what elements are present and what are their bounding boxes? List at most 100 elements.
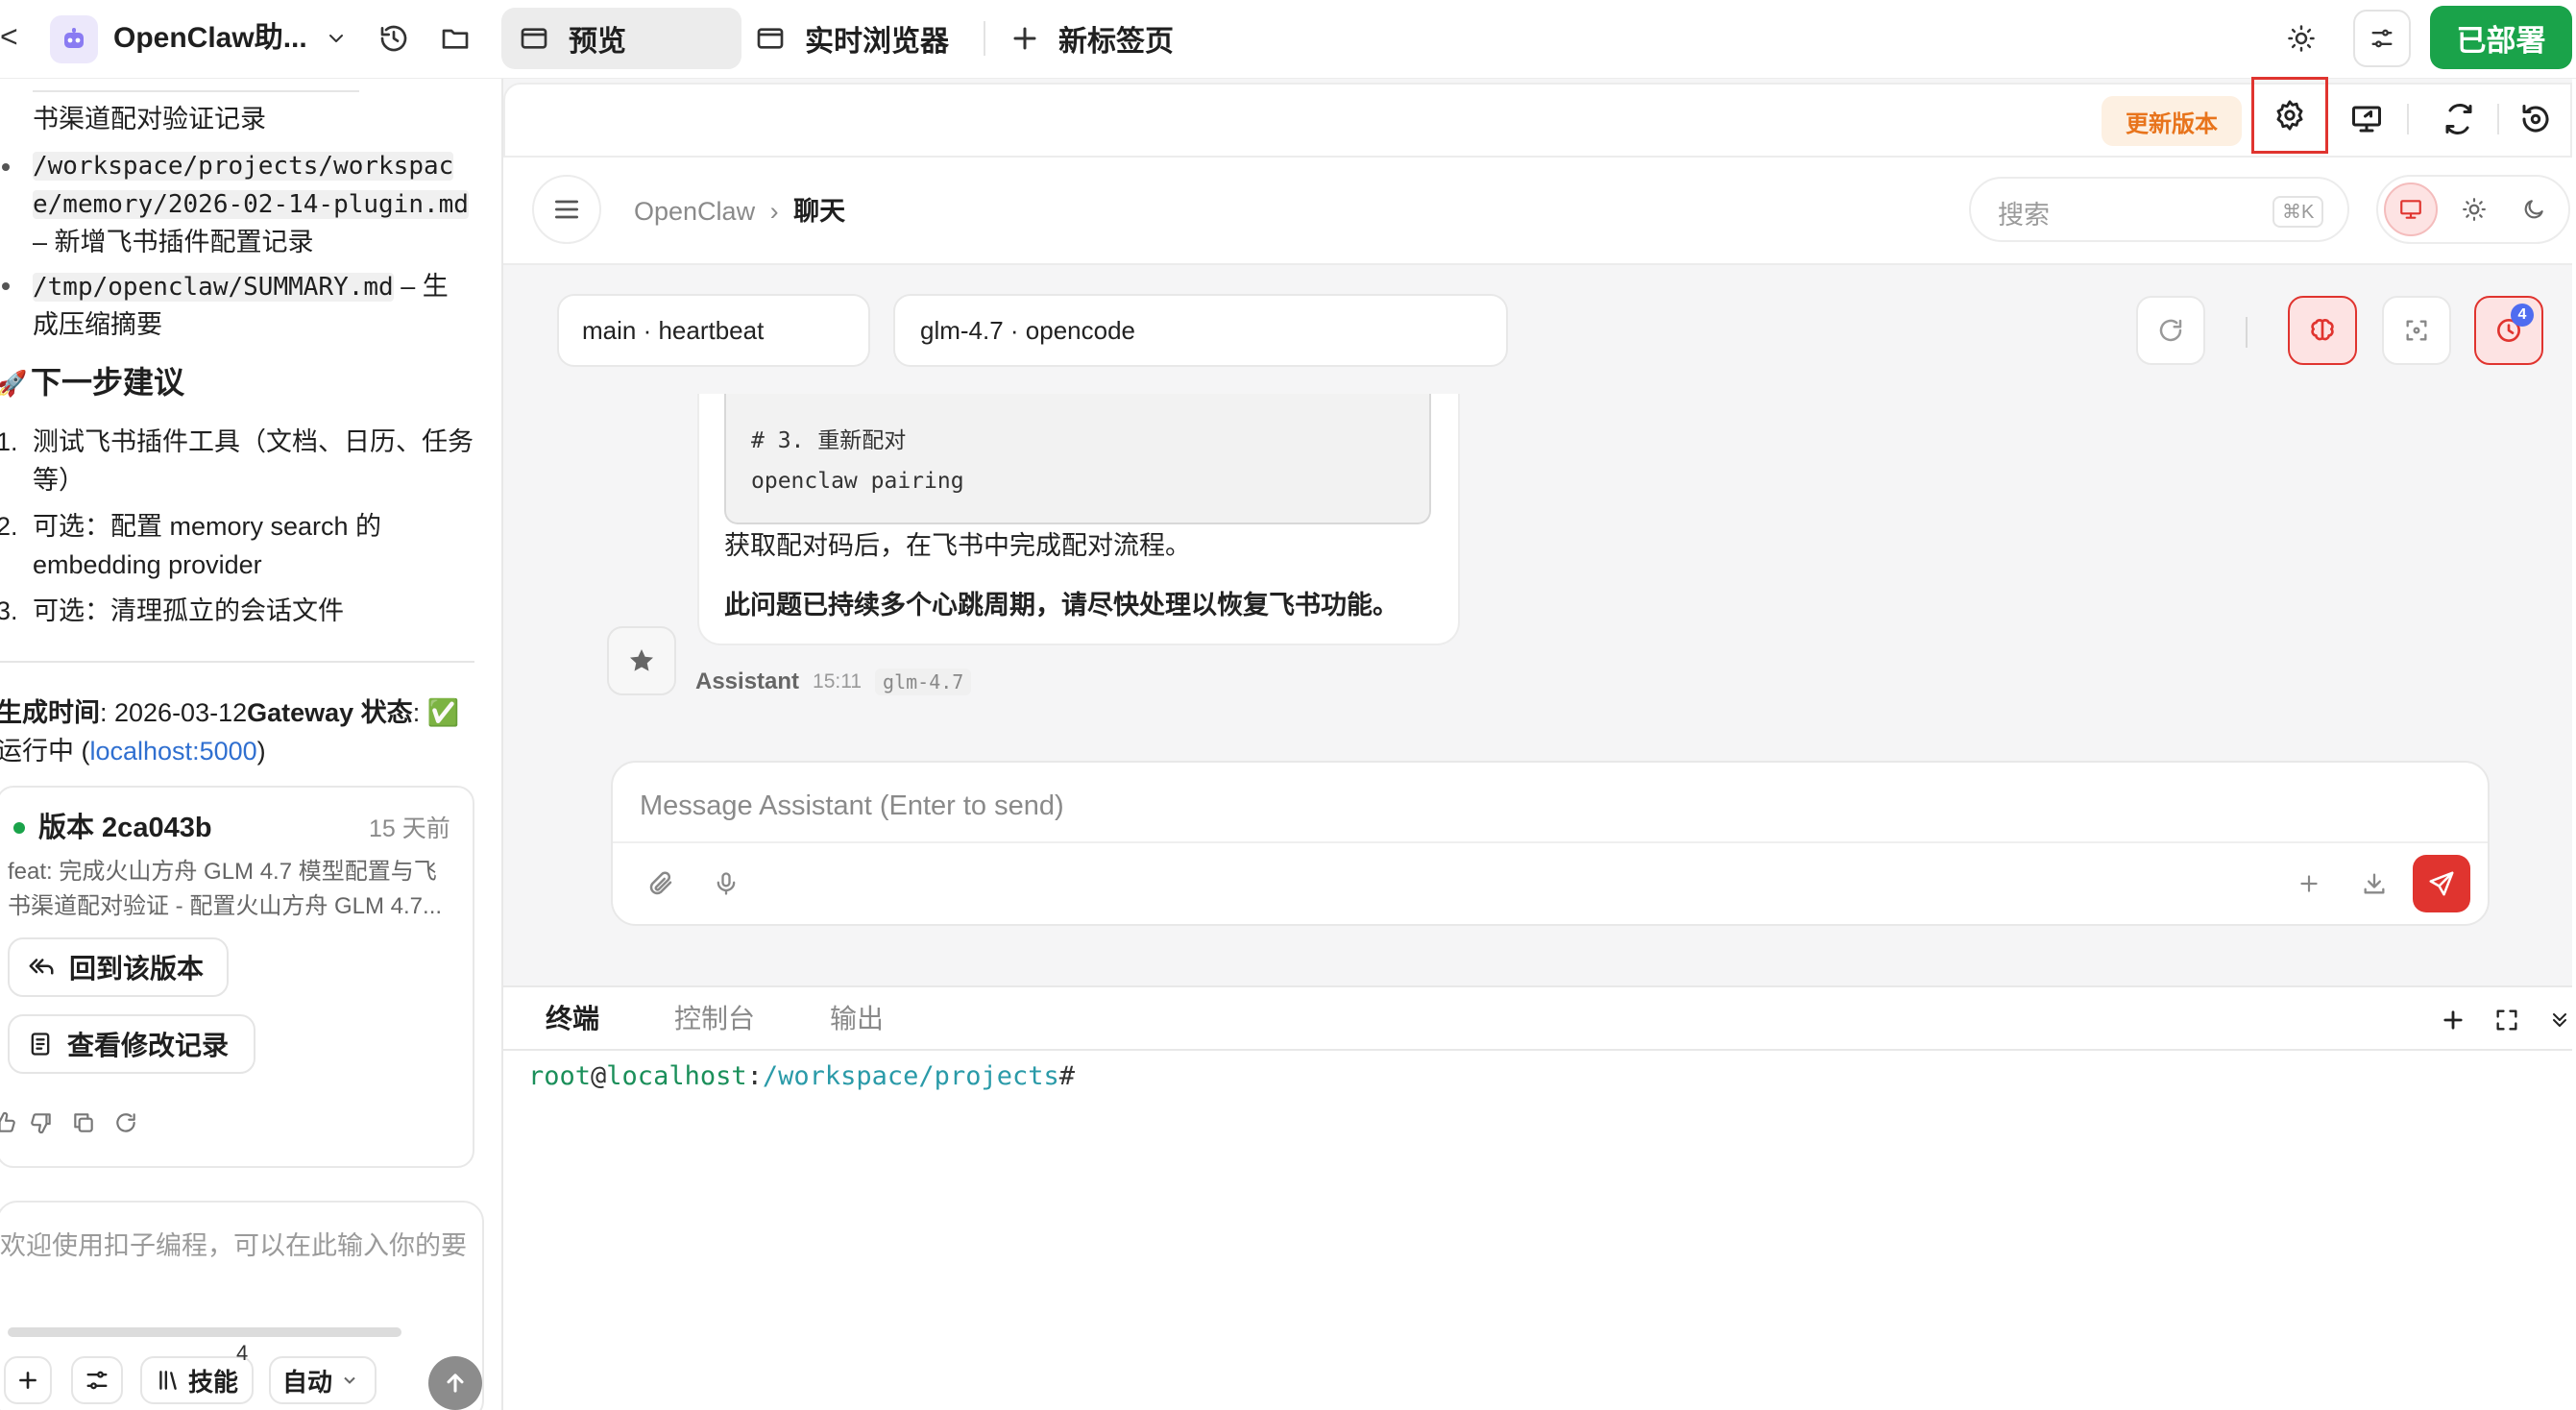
breadcrumb-root[interactable]: OpenClaw — [634, 197, 755, 226]
microphone-icon[interactable] — [705, 863, 747, 905]
tab-preview[interactable]: 预览 — [501, 8, 741, 69]
settings-sliders-button[interactable] — [71, 1356, 123, 1404]
chat-input-placeholder: 欢迎使用扣子编程，可以在此输入你的要 — [0, 1231, 467, 1260]
history-icon[interactable] — [375, 19, 413, 58]
reload-session-button[interactable] — [2136, 296, 2205, 365]
status-line: 生成时间: 2026-03-12Gateway 状态: ✅ — [0, 693, 459, 732]
app-title[interactable]: OpenClaw助... — [113, 19, 307, 58]
focus-mode-button[interactable] — [2382, 296, 2451, 365]
plus-icon — [1013, 27, 1036, 50]
scan-icon — [2406, 320, 2427, 341]
bullet — [2, 282, 10, 290]
terminal-tabs-bar — [503, 987, 2572, 1051]
regenerate-icon[interactable] — [109, 1106, 142, 1139]
tab-output[interactable]: 输出 — [830, 1001, 884, 1037]
message-composer[interactable] — [611, 761, 2490, 926]
mode-label: 自动 — [282, 1367, 333, 1397]
send-message-button[interactable] — [2413, 855, 2470, 912]
list-item: 可选：清理孤立的会话文件 — [33, 596, 344, 625]
gen-time-label: 生成时间 — [0, 698, 100, 727]
collapse-panel-icon[interactable] — [2545, 1001, 2574, 1039]
toolbar-divider — [2407, 104, 2409, 134]
tab-console[interactable]: 控制台 — [674, 1001, 755, 1037]
send-button[interactable] — [428, 1356, 482, 1410]
new-terminal-icon[interactable] — [2434, 1001, 2472, 1039]
copy-icon[interactable] — [67, 1106, 100, 1139]
attach-icon[interactable] — [640, 863, 682, 905]
model-select[interactable]: glm-4.7 · opencode — [893, 294, 1508, 367]
divider — [0, 661, 474, 663]
search-shortcut: ⌘K — [2272, 196, 2324, 228]
sun-icon[interactable] — [2282, 19, 2321, 58]
browser-window-icon — [521, 28, 547, 49]
code-path: e/memory/2026-02-14-plugin.md — [33, 190, 469, 219]
sender-name: Assistant — [695, 669, 800, 694]
prompt-symbol: # — [1058, 1061, 1075, 1091]
add-attachment-button[interactable] — [4, 1356, 52, 1404]
gateway-status: : ✅ — [412, 698, 460, 727]
prompt-colon: : — [746, 1061, 763, 1091]
list-number: 3. — [0, 596, 18, 625]
new-tab-button[interactable]: 新标签页 — [1010, 8, 1241, 69]
brain-icon — [2311, 319, 2334, 341]
file-desc: 成压缩摘要 — [33, 310, 162, 339]
tab-divider — [984, 21, 985, 56]
moon-icon — [2524, 200, 2543, 219]
file-desc: – 新增飞书插件配置记录 — [33, 228, 314, 256]
session-select[interactable]: main · heartbeat — [557, 294, 870, 367]
assistant-avatar — [607, 626, 676, 695]
prompt-host: localhost — [606, 1061, 747, 1091]
bullet — [2, 163, 10, 171]
message-text: 获取配对码后，在飞书中完成配对流程。 — [724, 531, 1191, 560]
star-icon — [630, 649, 653, 671]
deployed-button[interactable]: 已部署 — [2430, 6, 2572, 69]
back-button[interactable]: < — [0, 17, 18, 56]
send-icon — [2429, 871, 2454, 896]
code-path: /workspace/projects/workspac — [33, 152, 454, 181]
code-path: /tmp/openclaw/SUMMARY.md — [33, 273, 394, 302]
message-text-bold: 此问题已持续多个心跳周期，请尽快处理以恢复飞书功能。 — [724, 591, 1398, 620]
library-icon — [159, 1371, 177, 1390]
menu-button[interactable] — [532, 175, 601, 244]
settings-button[interactable] — [2251, 77, 2328, 154]
list-item: 测试飞书插件工具（文档、日历、任务 — [33, 427, 474, 456]
revert-version-button[interactable]: 回到该版本 — [8, 937, 229, 997]
monitor-share-icon[interactable] — [2344, 96, 2390, 142]
folder-icon[interactable] — [436, 19, 474, 58]
sliders-icon — [86, 1371, 108, 1390]
gateway-label: Gateway 状态 — [247, 698, 413, 727]
running-text: 运行中 ( — [0, 737, 90, 766]
tab-live-browser[interactable]: 实时浏览器 — [755, 8, 966, 69]
restart-icon[interactable] — [2513, 96, 2559, 142]
cron-jobs-button[interactable] — [2474, 296, 2543, 365]
mode-select[interactable]: 自动 — [269, 1356, 377, 1404]
document-icon — [31, 1033, 50, 1056]
new-session-icon[interactable] — [2288, 863, 2330, 905]
version-age: 15 天前 — [369, 815, 450, 842]
prompt-path: /workspace/projects — [762, 1061, 1059, 1091]
chevron-down-icon[interactable] — [319, 21, 353, 56]
view-changes-button[interactable]: 查看修改记录 — [8, 1014, 255, 1074]
input-scrollbar[interactable] — [8, 1327, 401, 1337]
thinking-toggle-button[interactable] — [2288, 296, 2357, 365]
code-block: # 3. 重新配对 openclaw pairing — [724, 394, 1431, 524]
tab-terminal[interactable]: 终端 — [546, 1001, 599, 1037]
terminal-prompt[interactable]: root@localhost:/workspace/projects# — [528, 1058, 1075, 1095]
thumbs-down-icon[interactable] — [25, 1106, 58, 1139]
skills-label: 技能 — [187, 1367, 238, 1397]
update-version-button[interactable]: 更新版本 — [2102, 96, 2242, 146]
refresh-icon[interactable] — [2436, 96, 2482, 142]
file-line: 书渠道配对验证记录 — [33, 105, 266, 134]
chevron-down-icon — [344, 1376, 355, 1384]
list-item: embedding provider — [33, 550, 262, 579]
dark-theme-button[interactable] — [2507, 182, 2561, 236]
thumbs-up-icon[interactable] — [0, 1106, 21, 1139]
localhost-link[interactable]: localhost:5000 — [90, 737, 257, 766]
monitor-theme-button[interactable] — [2384, 182, 2438, 236]
search-box[interactable]: 搜索 ⌘K — [1969, 177, 2349, 242]
settings-sliders-button[interactable] — [2353, 10, 2411, 67]
arrow-up-icon — [447, 1374, 464, 1393]
export-icon[interactable] — [2353, 863, 2395, 905]
maximize-icon[interactable] — [2488, 1001, 2526, 1039]
light-theme-button[interactable] — [2447, 182, 2501, 236]
